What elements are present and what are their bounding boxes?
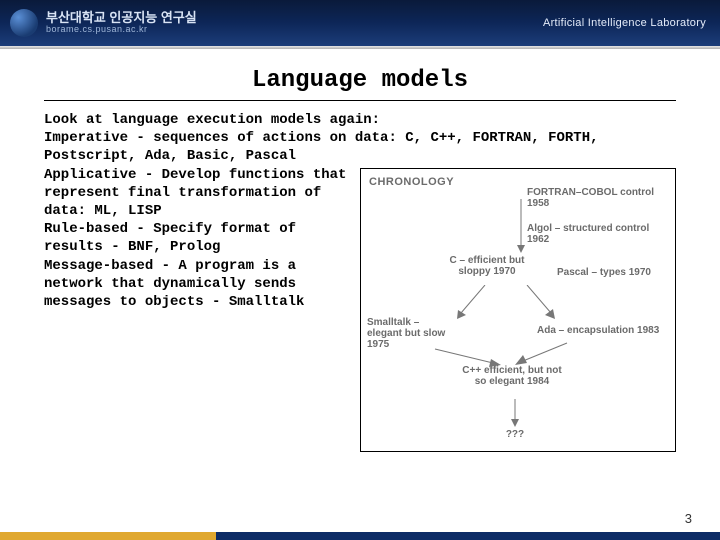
applicative-label: Applicative (44, 167, 136, 183)
lab-name: Artificial Intelligence Laboratory (543, 17, 706, 29)
imperative-text: - sequences of actions on data: C, C++, … (44, 130, 599, 164)
arrow-icon (513, 341, 573, 367)
page-number: 3 (685, 511, 692, 526)
org-subtitle: borame.cs.pusan.ac.kr (46, 25, 197, 35)
chronology-diagram: CHRONOLOGY FORTRAN–COBOL control 1958 Al… (360, 168, 676, 452)
title-rule (44, 100, 676, 101)
arrow-icon (521, 285, 561, 321)
arrow-icon (507, 399, 523, 427)
node-fortran: FORTRAN–COBOL control 1958 (527, 187, 667, 209)
messagebased-line: Message-based - A program is a network t… (44, 257, 352, 312)
node-ada: Ada – encapsulation 1983 (537, 325, 667, 336)
node-algol: Algol – structured control 1962 (527, 223, 667, 245)
node-pascal: Pascal – types 1970 (557, 267, 667, 278)
node-future: ??? (495, 429, 535, 440)
arrow-icon (451, 285, 491, 321)
university-logo-icon (10, 9, 38, 37)
node-smalltalk: Smalltalk – elegant but slow 1975 (367, 317, 447, 350)
rulebased-line: Rule-based - Specify format of results -… (44, 220, 352, 256)
slide-content: Language models Look at language executi… (0, 49, 720, 452)
header-left: 부산대학교 인공지능 연구실 borame.cs.pusan.ac.kr (10, 9, 197, 37)
arrow-icon (433, 347, 503, 369)
header-bar: 부산대학교 인공지능 연구실 borame.cs.pusan.ac.kr Art… (0, 0, 720, 46)
arrow-icon (511, 199, 531, 253)
slide-title: Language models (44, 67, 676, 94)
node-c: C – efficient but sloppy 1970 (447, 255, 527, 277)
org-title: 부산대학교 인공지능 연구실 (46, 11, 197, 25)
intro-line: Look at language execution models again: (44, 111, 676, 129)
messagebased-label: Message-based (44, 258, 153, 274)
rulebased-label: Rule-based (44, 221, 128, 237)
footer-bar (0, 532, 720, 540)
imperative-line: Imperative - sequences of actions on dat… (44, 129, 676, 165)
applicative-line: Applicative - Develop functions that rep… (44, 166, 352, 221)
body-text: Look at language execution models again:… (44, 111, 676, 452)
imperative-label: Imperative (44, 130, 128, 146)
